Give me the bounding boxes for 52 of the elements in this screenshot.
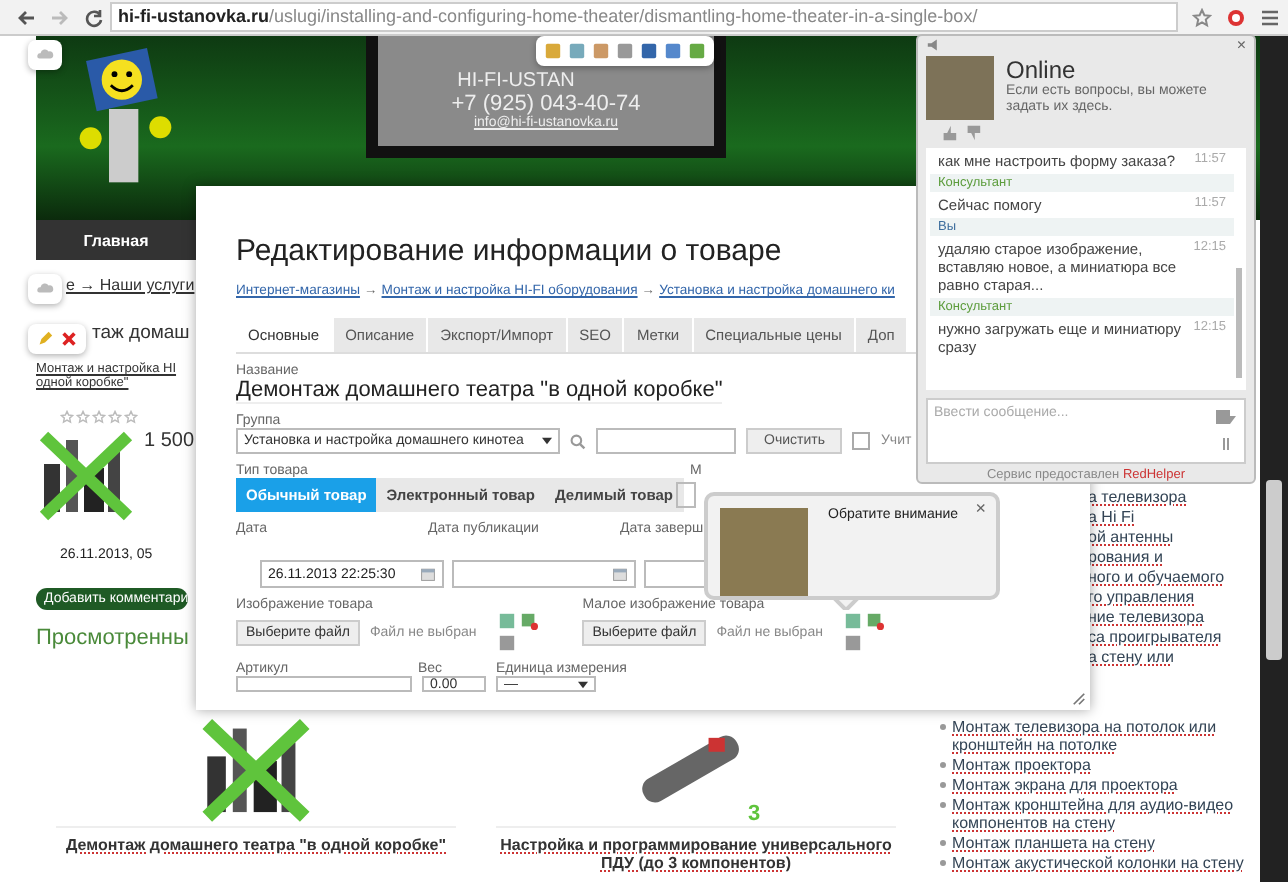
image-delete-icon[interactable] xyxy=(520,612,539,630)
admin-toolbar[interactable] xyxy=(536,36,714,66)
resize-handle-icon[interactable] xyxy=(1072,692,1086,706)
calendar-icon[interactable] xyxy=(420,566,436,582)
page-scrollbar[interactable] xyxy=(1260,36,1288,882)
chat-status: Online xyxy=(1006,55,1078,84)
menu-icon[interactable] xyxy=(1260,7,1280,27)
thumbs-down-icon[interactable] xyxy=(963,123,981,142)
sku-field[interactable] xyxy=(236,676,412,692)
forward-icon[interactable] xyxy=(50,7,70,27)
dialog-title: Редактирование информации о товаре xyxy=(236,234,782,268)
product-link[interactable]: Демонтаж домашнего театра "в одной коробке" xyxy=(56,826,456,854)
delete-icon[interactable] xyxy=(60,330,78,348)
site-logo: HI-FI-USTAN xyxy=(457,69,577,91)
close-button[interactable]: × xyxy=(975,498,986,518)
select-field[interactable] xyxy=(676,482,696,508)
caret-icon xyxy=(542,436,552,446)
service-link[interactable]: Монтаж экрана для проектора xyxy=(952,776,1178,794)
nav-item[interactable]: Главная xyxy=(36,220,196,260)
search-icon xyxy=(570,433,586,449)
caret-icon xyxy=(578,679,588,689)
service-link[interactable]: Монтаж кронштейна для аудио-видео компонентов на стену xyxy=(952,796,1260,832)
extension-icon[interactable] xyxy=(1226,7,1246,27)
search-field[interactable] xyxy=(596,428,736,454)
price: 1 500 xyxy=(144,430,195,452)
address-bar[interactable]: hi-fi-ustanovka.ru/uslugi/installing-and-configuring-home-theater/dismantling-home-theater-in-a-single-box/ xyxy=(110,2,1178,32)
admin-toolbar[interactable] xyxy=(28,324,86,354)
service-link[interactable]: Монтаж планшета на стену xyxy=(952,834,1155,852)
section-title: Просмотренны xyxy=(36,626,189,650)
checkbox[interactable] xyxy=(852,432,871,450)
phone-number: +7 (925) 043-40-74 xyxy=(451,91,641,115)
breadcrumb-link[interactable]: е → Наши услуги xyxy=(66,276,196,294)
image-delete-icon[interactable] xyxy=(866,612,885,630)
quantity-label: 3 xyxy=(747,802,761,826)
page-heading: таж домаш xyxy=(92,322,190,344)
service-link[interactable]: Монтаж телевизора на потолок или кронштейн на потолке xyxy=(952,718,1260,754)
date-field[interactable] xyxy=(452,560,636,588)
thumbs-up-icon[interactable] xyxy=(939,123,957,142)
service-link[interactable]: Монтаж акустической колонки на стену xyxy=(952,854,1244,872)
pencil-icon[interactable] xyxy=(36,330,54,348)
admin-toolbar[interactable] xyxy=(28,40,62,70)
star-icon[interactable] xyxy=(1192,7,1212,27)
service-link[interactable]: Монтаж проектора xyxy=(952,756,1091,774)
photo-placeholder xyxy=(926,55,994,120)
photo-placeholder xyxy=(720,508,808,596)
back-icon[interactable] xyxy=(16,7,36,27)
reload-icon[interactable] xyxy=(84,7,104,27)
cloud-icon[interactable] xyxy=(36,280,54,298)
close-button[interactable]: × xyxy=(1236,36,1246,55)
calendar-icon[interactable] xyxy=(612,566,628,582)
product-link[interactable]: Настройка и программирование универсального ПДУ (до 3 компонентов) xyxy=(496,826,896,872)
name-field[interactable]: Демонтаж домашнего театра "в одной коробке" xyxy=(236,378,723,404)
